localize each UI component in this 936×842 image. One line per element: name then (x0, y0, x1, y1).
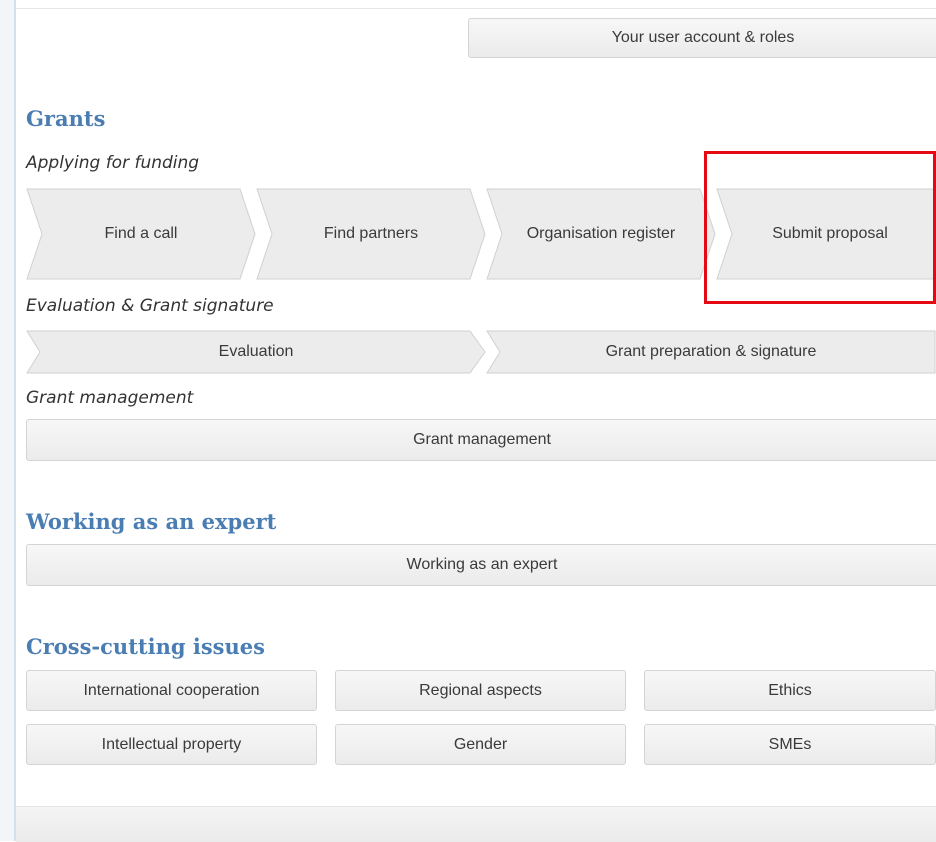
international-cooperation-button[interactable]: International cooperation (26, 670, 317, 711)
working-as-expert-button[interactable]: Working as an expert (26, 544, 936, 586)
grant-management-subtitle: Grant management (26, 388, 194, 408)
cross-cutting-issues-section-title: Cross-cutting issues (26, 634, 265, 659)
evaluation-signature-subtitle: Evaluation & Grant signature (26, 296, 274, 316)
user-account-roles-button[interactable]: Your user account & roles (468, 18, 936, 58)
step-evaluation[interactable]: Evaluation (26, 330, 486, 374)
intellectual-property-button[interactable]: Intellectual property (26, 724, 317, 765)
smes-button[interactable]: SMEs (644, 724, 936, 765)
footer-bar (16, 806, 936, 842)
ethics-button[interactable]: Ethics (644, 670, 936, 711)
step-label: Organisation register (526, 225, 676, 242)
regional-aspects-button[interactable]: Regional aspects (335, 670, 626, 711)
grant-management-button[interactable]: Grant management (26, 419, 936, 461)
left-frame-border (0, 0, 16, 841)
step-find-partners[interactable]: Find partners (256, 188, 486, 280)
step-label: Grant preparation & signature (605, 343, 817, 360)
working-as-expert-section-title: Working as an expert (26, 509, 277, 534)
step-label: Evaluation (218, 343, 294, 360)
highlight-rectangle (704, 151, 936, 304)
applying-for-funding-subtitle: Applying for funding (26, 153, 200, 173)
gender-button[interactable]: Gender (335, 724, 626, 765)
step-find-a-call[interactable]: Find a call (26, 188, 256, 280)
grants-section-title: Grants (26, 106, 106, 131)
top-frame-border (16, 0, 936, 9)
step-organisation-register[interactable]: Organisation register (486, 188, 716, 280)
step-label: Find partners (323, 225, 419, 242)
step-label: Find a call (104, 225, 178, 242)
step-grant-preparation-signature[interactable]: Grant preparation & signature (486, 330, 936, 374)
